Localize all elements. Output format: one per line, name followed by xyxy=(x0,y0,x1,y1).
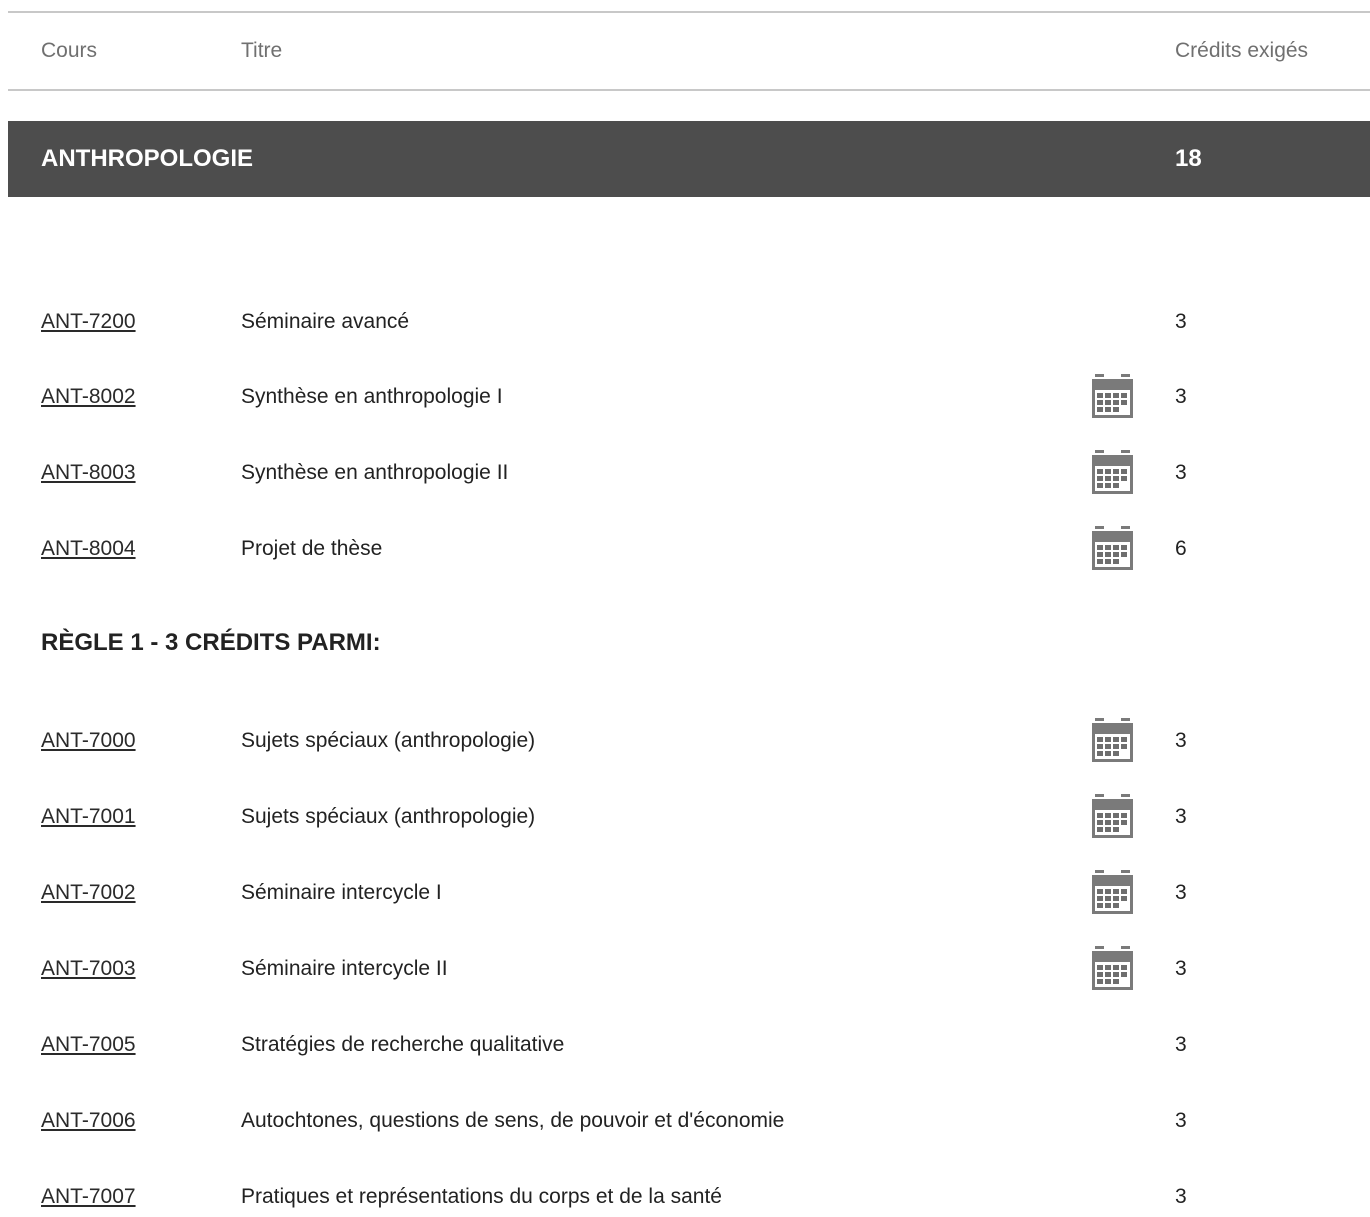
course-code-link[interactable]: ANT-7007 xyxy=(41,1185,136,1209)
course-title: Projet de thèse xyxy=(241,537,383,560)
section-credits: 18 xyxy=(1175,145,1202,172)
calendar-icon[interactable] xyxy=(1091,946,1134,991)
course-row: ANT-7005 Stratégies de recherche qualita… xyxy=(0,1025,1370,1065)
header-divider xyxy=(8,89,1370,91)
course-code-link[interactable]: ANT-8004 xyxy=(41,537,136,561)
course-code-link[interactable]: ANT-7001 xyxy=(41,805,136,829)
course-row: ANT-8003 Synthèse en anthropologie II 3 xyxy=(0,450,1370,495)
course-title: Séminaire avancé xyxy=(241,310,410,333)
course-credits: 3 xyxy=(1175,805,1187,828)
course-title: Pratiques et représentations du corps et… xyxy=(241,1185,722,1208)
course-code-link[interactable]: ANT-7002 xyxy=(41,881,136,905)
course-row: ANT-7003 Séminaire intercycle II 3 xyxy=(0,946,1370,991)
course-title: Autochtones, questions de sens, de pouvo… xyxy=(241,1109,785,1132)
course-title: Séminaire intercycle II xyxy=(241,957,448,980)
course-title: Sujets spéciaux (anthropologie) xyxy=(241,729,536,752)
calendar-icon[interactable] xyxy=(1091,718,1134,763)
course-credits: 3 xyxy=(1175,957,1187,980)
course-row: ANT-7001 Sujets spéciaux (anthropologie)… xyxy=(0,794,1370,839)
course-code-link[interactable]: ANT-7003 xyxy=(41,957,136,981)
course-code-link[interactable]: ANT-8002 xyxy=(41,385,136,409)
course-code-link[interactable]: ANT-7200 xyxy=(41,310,136,334)
course-title: Synthèse en anthropologie I xyxy=(241,385,503,408)
course-credits: 3 xyxy=(1175,461,1187,484)
course-title: Synthèse en anthropologie II xyxy=(241,461,509,484)
column-header-credits: Crédits exigés xyxy=(1175,39,1309,62)
top-divider xyxy=(8,11,1370,13)
rule-heading: RÈGLE 1 - 3 CRÉDITS PARMI: xyxy=(41,629,381,656)
course-credits: 3 xyxy=(1175,729,1187,752)
course-title: Séminaire intercycle I xyxy=(241,881,442,904)
course-row: ANT-7002 Séminaire intercycle I 3 xyxy=(0,870,1370,915)
course-credits: 3 xyxy=(1175,1109,1187,1132)
course-code-link[interactable]: ANT-7000 xyxy=(41,729,136,753)
course-row: ANT-7006 Autochtones, questions de sens,… xyxy=(0,1101,1370,1141)
calendar-icon[interactable] xyxy=(1091,450,1134,495)
course-title: Sujets spéciaux (anthropologie) xyxy=(241,805,536,828)
course-credits: 3 xyxy=(1175,881,1187,904)
calendar-icon[interactable] xyxy=(1091,870,1134,915)
calendar-icon[interactable] xyxy=(1091,526,1134,571)
course-row: ANT-7007 Pratiques et représentations du… xyxy=(0,1177,1370,1217)
course-code-link[interactable]: ANT-7005 xyxy=(41,1033,136,1057)
course-credits: 3 xyxy=(1175,1185,1187,1208)
course-credits: 3 xyxy=(1175,385,1187,408)
course-row: ANT-8004 Projet de thèse 6 xyxy=(0,526,1370,571)
calendar-icon[interactable] xyxy=(1091,794,1134,839)
course-credits: 6 xyxy=(1175,537,1187,560)
course-row: ANT-8002 Synthèse en anthropologie I 3 xyxy=(0,374,1370,419)
course-code-link[interactable]: ANT-8003 xyxy=(41,461,136,485)
course-title: Stratégies de recherche qualitative xyxy=(241,1033,565,1056)
calendar-icon[interactable] xyxy=(1091,374,1134,419)
course-row: ANT-7200 Séminaire avancé 3 xyxy=(0,302,1370,342)
section-title: ANTHROPOLOGIE xyxy=(41,145,254,172)
course-row: ANT-7000 Sujets spéciaux (anthropologie)… xyxy=(0,718,1370,763)
course-code-link[interactable]: ANT-7006 xyxy=(41,1109,136,1133)
column-header-cours: Cours xyxy=(41,39,98,62)
column-header-titre: Titre xyxy=(241,39,283,62)
section-bar-anthropologie: ANTHROPOLOGIE 18 xyxy=(8,121,1370,197)
course-credits: 3 xyxy=(1175,310,1187,333)
course-credits: 3 xyxy=(1175,1033,1187,1056)
